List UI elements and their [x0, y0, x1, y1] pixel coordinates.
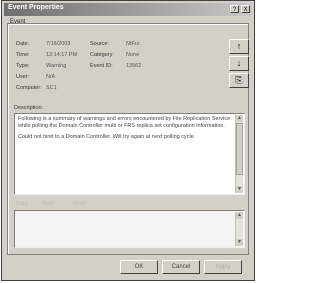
bytes-radio-label: Bytes — [42, 201, 55, 207]
time-label: Time: — [16, 52, 30, 58]
event-group: Date: 7/16/2003 Source: NtFrs Time: 12:1… — [7, 23, 249, 255]
help-button[interactable]: ? — [230, 5, 239, 13]
source-label: Source: — [90, 41, 109, 47]
copy-icon: ⎘ — [235, 75, 243, 85]
next-event-button[interactable]: ↓ — [229, 56, 249, 71]
description-paragraph-1: Following is a summary of warnings and e… — [18, 116, 231, 129]
description-paragraph-2: Could not bind to a Domain Controller. W… — [18, 134, 196, 140]
computer-value: SC1 — [46, 85, 57, 91]
description-textbox[interactable]: Following is a summary of warnings and e… — [14, 113, 245, 195]
scroll-down-arrow-icon[interactable]: ▼ — [236, 186, 243, 193]
scroll-up-arrow-icon[interactable]: ▲ — [236, 115, 243, 122]
words-radio-label: Words — [72, 201, 87, 207]
date-value: 7/16/2003 — [46, 41, 71, 47]
category-value: None — [126, 52, 140, 58]
arrow-up-icon: ↑ — [236, 41, 242, 51]
description-label: Description: — [14, 105, 44, 111]
close-button[interactable]: X — [241, 5, 250, 13]
data-scroll-down-arrow-icon[interactable]: ▼ — [236, 239, 243, 246]
time-value: 12:14:17 PM — [46, 52, 78, 58]
date-label: Date: — [16, 41, 30, 47]
type-label: Type: — [16, 63, 30, 69]
event-id-label: Event ID: — [90, 63, 113, 69]
type-value: Warning — [46, 63, 67, 69]
category-label: Category: — [90, 52, 114, 58]
data-scrollbar[interactable]: ▲ ▼ — [235, 212, 243, 246]
user-label: User: — [16, 74, 30, 80]
scroll-thumb[interactable] — [236, 123, 243, 175]
computer-label: Computer: — [16, 85, 42, 91]
user-value: N/A — [46, 74, 56, 80]
ok-button[interactable]: OK — [120, 260, 158, 274]
arrow-down-icon: ↓ — [236, 58, 242, 68]
words-radio[interactable]: ○ Words — [68, 201, 87, 207]
source-value: NtFrs — [126, 41, 140, 47]
cancel-button[interactable]: Cancel — [162, 260, 200, 274]
previous-event-button[interactable]: ↑ — [229, 39, 249, 54]
copy-event-button[interactable]: ⎘ — [229, 73, 249, 88]
data-scroll-up-arrow-icon[interactable]: ▲ — [236, 212, 243, 219]
event-id-value: 13562 — [126, 63, 142, 69]
data-label: Data: — [16, 201, 30, 207]
title-bar: Event Properties ? X — [4, 3, 252, 16]
data-textbox[interactable]: ▲ ▼ — [14, 210, 245, 248]
apply-button[interactable]: Apply — [204, 260, 242, 274]
window-title: Event Properties — [8, 4, 64, 11]
description-text: Following is a summary of warnings and e… — [18, 116, 236, 145]
bytes-radio[interactable]: ○ Bytes — [38, 201, 55, 207]
event-properties-dialog: Event Properties ? X Event Date: 7/16/20… — [1, 0, 255, 281]
description-scrollbar[interactable]: ▲ ▼ — [235, 115, 243, 193]
